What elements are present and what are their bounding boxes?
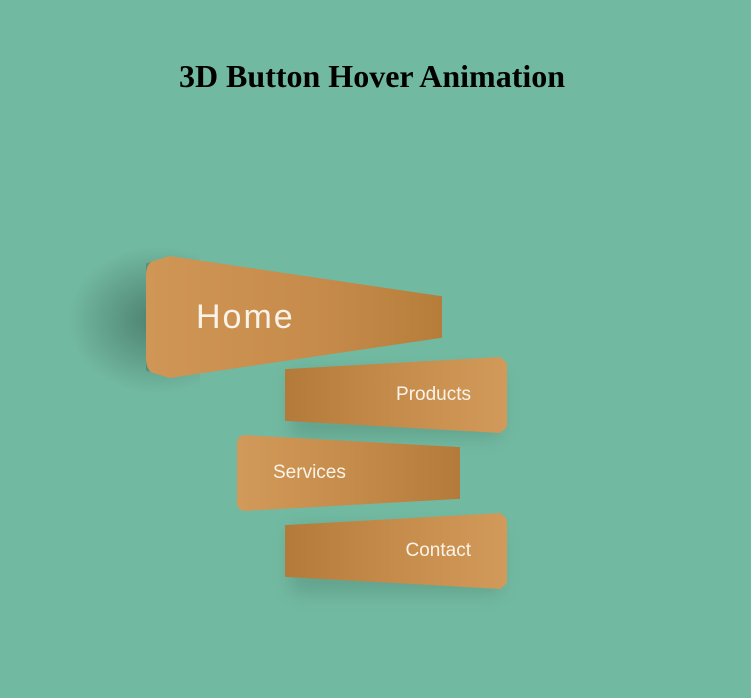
menu-button-services[interactable]: Services	[237, 435, 460, 511]
page-title: 3D Button Hover Animation	[178, 58, 566, 94]
menu-button-home[interactable]: Home	[146, 256, 442, 378]
menu-button-products[interactable]: Products	[285, 357, 507, 433]
menu-button-services-label: Services	[273, 462, 346, 483]
menu-button-home-label: Home	[196, 297, 295, 336]
menu-button-contact[interactable]: Contact	[285, 513, 507, 589]
menu-button-contact-label: Contact	[405, 540, 471, 561]
menu-button-products-label: Products	[396, 384, 471, 405]
